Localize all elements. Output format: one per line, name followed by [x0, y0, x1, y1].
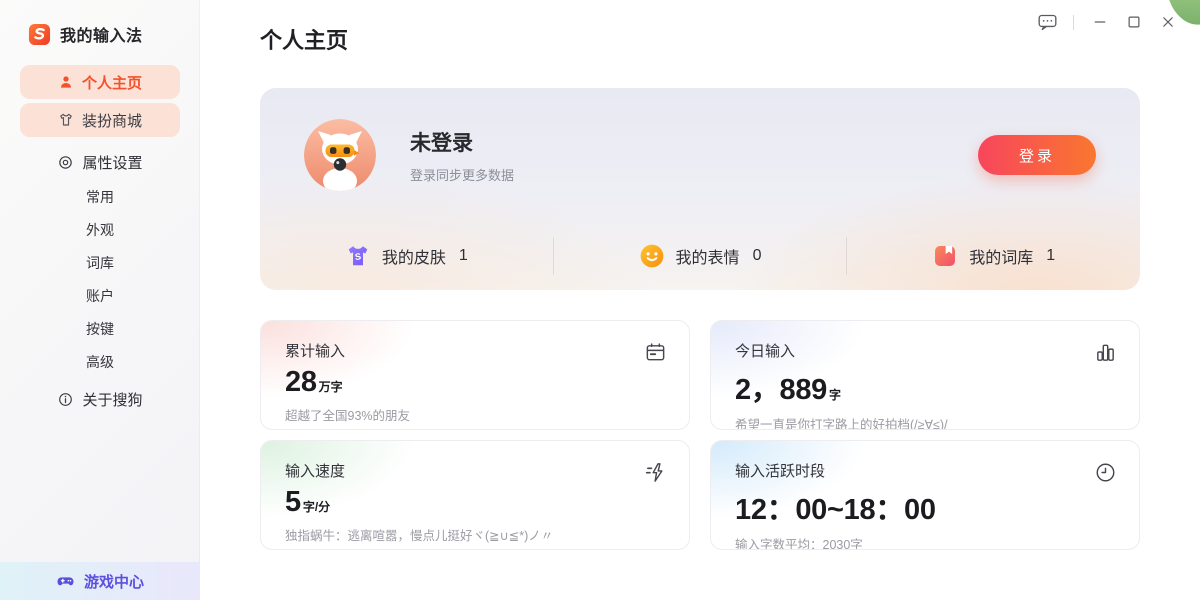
stat-my-lexicons[interactable]: 我的词库 1 — [847, 243, 1140, 269]
sogou-logo-icon — [28, 23, 51, 46]
page-title: 个人主页 — [260, 24, 1140, 58]
sidebar-item-profile-home[interactable]: 个人主页 — [20, 65, 180, 99]
sidebar-subitem-account[interactable]: 账户 — [0, 279, 200, 312]
sidebar-subitem-advanced[interactable]: 高级 — [0, 345, 200, 378]
skin-tshirt-icon: S — [345, 243, 371, 269]
card-subtitle: 输入字数平均：2030字 — [735, 534, 1115, 550]
game-center-label: 游戏中心 — [84, 571, 144, 592]
card-value: 2，889 — [735, 366, 827, 408]
stat-count: 1 — [1046, 247, 1055, 265]
lexicon-book-icon — [932, 243, 958, 269]
card-value: 5 — [285, 486, 301, 519]
stat-label: 我的表情 — [676, 244, 740, 268]
subitem-label: 账户 — [86, 286, 114, 306]
calendar-icon — [644, 341, 667, 364]
card-title: 今日输入 — [735, 340, 1115, 361]
card-input-speed: 输入速度 5 字/分 独指蜗牛：逃离喧嚣，慢点儿挺好ヾ(≧∪≦*)ノ〃 — [260, 440, 690, 550]
stat-my-skins[interactable]: S 我的皮肤 1 — [260, 243, 553, 269]
subitem-label: 常用 — [86, 187, 114, 207]
person-icon — [58, 74, 74, 90]
card-unit: 万字 — [319, 378, 343, 395]
sidebar-item-dress-up-store[interactable]: 装扮商城 — [20, 103, 180, 137]
stat-my-emojis[interactable]: 我的表情 0 — [554, 243, 847, 269]
card-unit: 字/分 — [303, 498, 330, 515]
stat-label: 我的词库 — [969, 244, 1033, 268]
card-title: 输入活跃时段 — [735, 460, 1115, 481]
gamepad-icon — [56, 572, 75, 591]
card-value: 28 — [285, 366, 317, 399]
login-status: 未登录 — [410, 127, 514, 157]
sidebar-item-label: 属性设置 — [82, 152, 142, 173]
sidebar-item-label: 装扮商城 — [82, 110, 142, 131]
sidebar-subitem-keys[interactable]: 按键 — [0, 312, 200, 345]
sidebar-subitem-common[interactable]: 常用 — [0, 180, 200, 213]
info-icon — [57, 391, 74, 408]
card-subtitle: 希望一直是你打字路上的好拍档(/≥∀≤)/ — [735, 414, 1115, 430]
sidebar-item-about-sogou[interactable]: 关于搜狗 — [0, 382, 200, 416]
stat-cards-grid: 累计输入 28 万字 超越了全国93%的朋友 今日输入 2，889 — [260, 320, 1140, 550]
speed-lightning-icon — [644, 461, 667, 484]
card-total-input: 累计输入 28 万字 超越了全国93%的朋友 — [260, 320, 690, 430]
stat-count: 0 — [753, 247, 762, 265]
profile-banner: 未登录 登录同步更多数据 登录 S 我的皮肤 1 — [260, 88, 1140, 290]
profile-row: 未登录 登录同步更多数据 登录 — [260, 88, 1140, 222]
sidebar-item-label: 关于搜狗 — [82, 389, 142, 410]
sidebar-subitem-appearance[interactable]: 外观 — [0, 213, 200, 246]
tshirt-icon — [58, 112, 74, 128]
profile-info: 未登录 登录同步更多数据 — [410, 127, 514, 184]
sidebar-item-settings[interactable]: 属性设置 — [0, 147, 200, 177]
stat-label: 我的皮肤 — [382, 244, 446, 268]
card-title: 输入速度 — [285, 460, 665, 481]
clock-icon — [1094, 461, 1117, 484]
sidebar: 我的输入法 个人主页 装扮商城 属性设置 常用 外观 词库 — [0, 0, 200, 600]
profile-stats-row: S 我的皮肤 1 我的表情 — [260, 222, 1140, 290]
card-today-input: 今日输入 2，889 字 希望一直是你打字路上的好拍档(/≥∀≤)/ — [710, 320, 1140, 430]
subitem-label: 高级 — [86, 352, 114, 372]
card-subtitle: 超越了全国93%的朋友 — [285, 405, 665, 424]
bar-chart-icon — [1094, 341, 1117, 364]
stat-count: 1 — [459, 247, 468, 265]
settings-target-icon — [57, 154, 74, 171]
subitem-label: 按键 — [86, 319, 114, 339]
subitem-label: 词库 — [86, 253, 114, 273]
login-hint: 登录同步更多数据 — [410, 165, 514, 184]
app-logo-row: 我的输入法 — [0, 0, 200, 46]
sidebar-item-game-center[interactable]: 游戏中心 — [0, 562, 200, 600]
settings-sub-list: 常用 外观 词库 账户 按键 高级 — [0, 180, 200, 378]
login-button[interactable]: 登录 — [978, 135, 1096, 175]
card-subtitle: 独指蜗牛：逃离喧嚣，慢点儿挺好ヾ(≧∪≦*)ノ〃 — [285, 525, 665, 544]
app-window: 我的输入法 个人主页 装扮商城 属性设置 常用 外观 词库 — [0, 0, 1200, 600]
card-value: 12：00~18：00 — [735, 486, 936, 528]
card-unit: 字 — [829, 386, 841, 403]
app-title: 我的输入法 — [60, 22, 143, 46]
main-content: 个人主页 — [200, 0, 1200, 600]
card-title: 累计输入 — [285, 340, 665, 361]
avatar-mascot — [304, 119, 376, 191]
emoji-smiley-icon — [639, 243, 665, 269]
sidebar-item-label: 个人主页 — [82, 72, 142, 93]
card-active-period: 输入活跃时段 12：00~18：00 输入字数平均：2030字 — [710, 440, 1140, 550]
subitem-label: 外观 — [86, 220, 114, 240]
sidebar-subitem-lexicon[interactable]: 词库 — [0, 246, 200, 279]
